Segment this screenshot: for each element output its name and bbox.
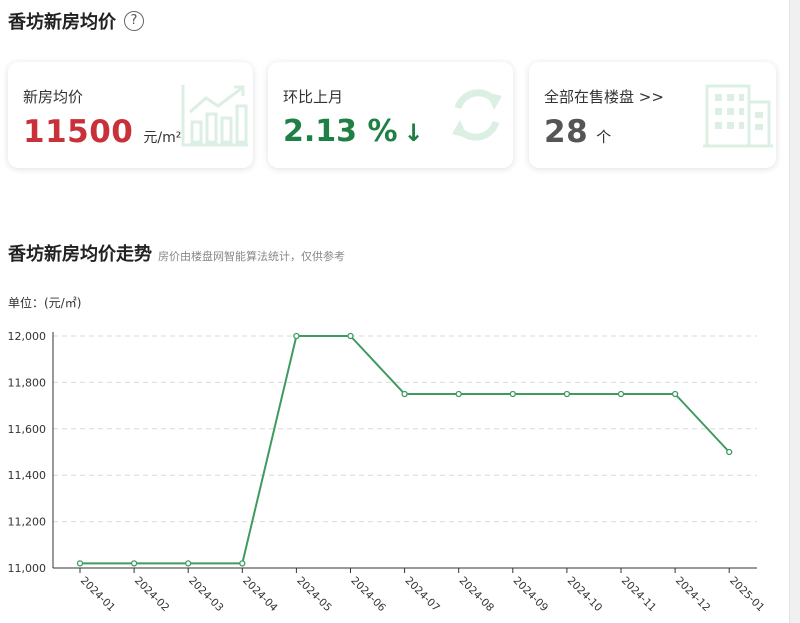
price-data-point (347, 332, 354, 340)
price-data-point (726, 448, 733, 456)
x-tick-label: 2024-06 (348, 575, 388, 615)
price-data-point (76, 560, 84, 567)
price-trend-chart: 11,000 11,200 11,400 11,600 11,800 12,000 202… (8, 330, 767, 615)
series-layer (76, 332, 733, 567)
x-tick-label: 2024-08 (457, 575, 497, 615)
y-tick-label: 11,000 (8, 562, 47, 575)
x-tick-label: 2024-03 (186, 575, 226, 615)
x-tick-label: 2024-09 (511, 575, 551, 615)
price-data-point (671, 390, 679, 398)
price-data-point (563, 390, 571, 398)
x-tick-label: 2024-07 (402, 575, 442, 615)
y-tick-label: 11,800 (8, 376, 47, 389)
x-tick-label: 2024-12 (673, 575, 713, 615)
x-tick-label: 2025-01 (727, 575, 767, 615)
price-data-point (185, 560, 192, 567)
y-tick-label: 11,200 (8, 516, 47, 529)
price-data-point (293, 332, 300, 340)
axis-layer (52, 332, 757, 573)
x-tick-label: 2024-10 (565, 575, 605, 615)
x-tick-label: 2024-01 (78, 575, 118, 615)
x-tick-label: 2024-11 (619, 575, 659, 615)
y-tick-label: 11,600 (8, 423, 47, 436)
y-tick-labels: 11,000 11,200 11,400 11,600 11,800 12,000 (8, 330, 47, 575)
price-data-point (130, 560, 138, 567)
price-data-point (239, 560, 246, 567)
y-tick-label: 11,400 (8, 469, 47, 482)
x-tick-labels: 2024-01 2024-02 2024-03 2024-04 2024-05 2024-… (78, 575, 767, 615)
x-tick-label: 2024-04 (240, 575, 280, 615)
price-data-point (455, 390, 462, 398)
y-tick-label: 12,000 (8, 330, 47, 343)
grid-layer (53, 335, 757, 523)
x-tick-label: 2024-02 (132, 575, 172, 615)
price-data-point (509, 390, 516, 398)
price-data-point (617, 390, 625, 398)
price-series-line (80, 335, 730, 565)
x-tick-label: 2024-05 (294, 575, 334, 615)
price-data-point (401, 390, 408, 398)
